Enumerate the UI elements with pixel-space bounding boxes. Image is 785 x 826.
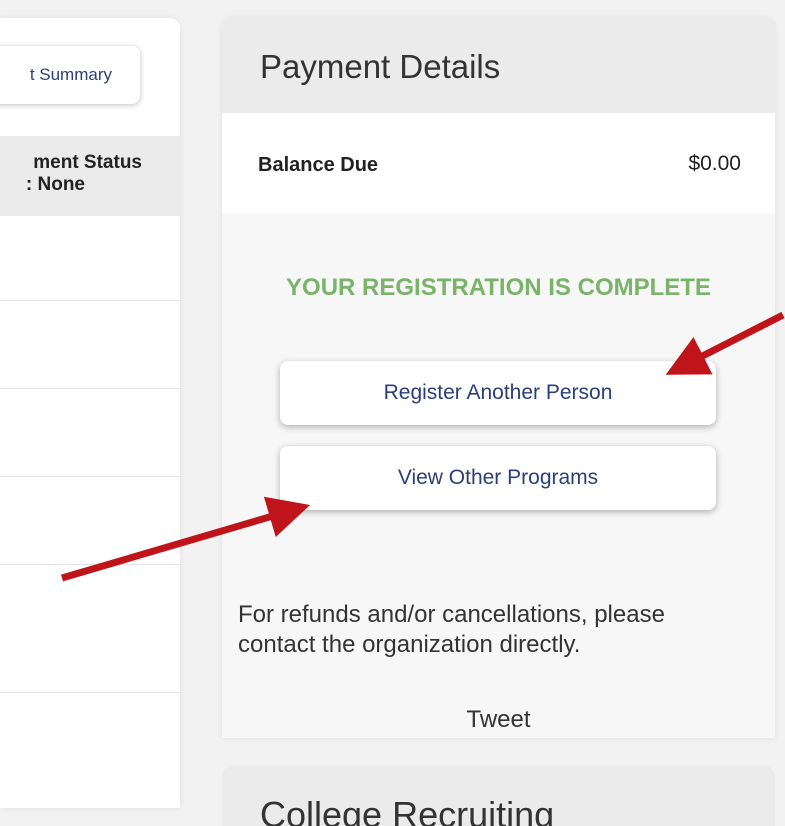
row-divider: [0, 300, 180, 301]
refund-notice-line2: contact the organization directly.: [238, 631, 581, 658]
payment-details-title: Payment Details: [260, 48, 501, 85]
balance-due-label: Balance Due: [258, 154, 379, 176]
payment-status-label: ment Status: [33, 152, 142, 173]
college-recruiting-title: College Recruiting: [260, 794, 555, 826]
balance-due-value: $0.00: [688, 152, 741, 175]
row-divider: [0, 564, 180, 565]
tweet-link[interactable]: Tweet: [222, 706, 775, 734]
registration-complete-message: YOUR REGISTRATION IS COMPLETE: [286, 274, 711, 301]
payment-details-panel: Payment Details Balance Due $0.00 YOUR R…: [222, 18, 775, 738]
college-recruiting-panel: College Recruiting: [222, 766, 775, 826]
left-panel: t Summary ment Status : None: [0, 18, 180, 808]
register-another-person-button[interactable]: Register Another Person: [280, 361, 716, 425]
refund-notice: For refunds and/or cancellations, please…: [238, 600, 768, 660]
payment-status-value: : None: [25, 174, 85, 195]
payment-details-header: Payment Details: [222, 18, 775, 113]
row-divider: [0, 388, 180, 389]
summary-button[interactable]: t Summary: [0, 46, 140, 104]
refund-notice-line1: For refunds and/or cancellations, please: [238, 601, 665, 628]
row-divider: [0, 476, 180, 477]
view-other-programs-button[interactable]: View Other Programs: [280, 446, 716, 510]
row-divider: [0, 692, 180, 693]
